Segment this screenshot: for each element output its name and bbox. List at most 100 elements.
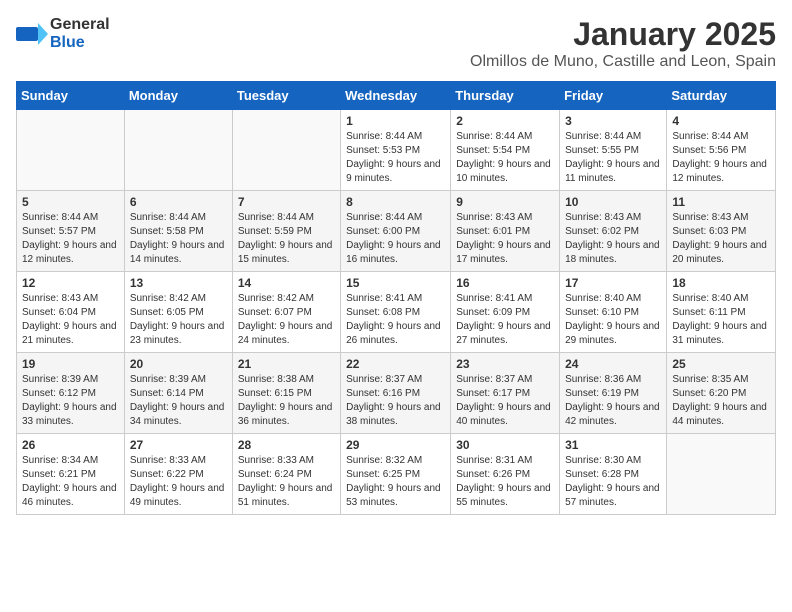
day-info-line: Sunrise: 8:35 AM bbox=[672, 373, 770, 387]
calendar-cell: 15Sunrise: 8:41 AMSunset: 6:08 PMDayligh… bbox=[341, 272, 451, 353]
calendar-week-row: 19Sunrise: 8:39 AMSunset: 6:12 PMDayligh… bbox=[17, 353, 776, 434]
day-info-line: Sunset: 6:17 PM bbox=[456, 387, 554, 401]
logo-general: General bbox=[50, 16, 110, 34]
day-info-line: Daylight: 9 hours and 33 minutes. bbox=[22, 401, 119, 429]
day-info-line: Daylight: 9 hours and 38 minutes. bbox=[346, 401, 445, 429]
day-number: 2 bbox=[456, 114, 554, 128]
day-number: 20 bbox=[130, 357, 227, 371]
day-number: 13 bbox=[130, 276, 227, 290]
calendar-cell: 4Sunrise: 8:44 AMSunset: 5:56 PMDaylight… bbox=[667, 110, 776, 191]
day-number: 31 bbox=[565, 438, 661, 452]
calendar-cell: 17Sunrise: 8:40 AMSunset: 6:10 PMDayligh… bbox=[560, 272, 667, 353]
day-info-line: Daylight: 9 hours and 10 minutes. bbox=[456, 158, 554, 186]
calendar-cell: 5Sunrise: 8:44 AMSunset: 5:57 PMDaylight… bbox=[17, 191, 125, 272]
calendar-cell: 30Sunrise: 8:31 AMSunset: 6:26 PMDayligh… bbox=[451, 434, 560, 515]
day-info-line: Sunset: 6:24 PM bbox=[238, 468, 335, 482]
day-info-line: Sunset: 5:54 PM bbox=[456, 144, 554, 158]
calendar-cell: 22 Sunrise: 8:37 AMSunset: 6:16 PMDayligh… bbox=[341, 353, 451, 434]
calendar-cell: 9Sunrise: 8:43 AMSunset: 6:01 PMDaylight… bbox=[451, 191, 560, 272]
calendar-cell: 11Sunrise: 8:43 AMSunset: 6:03 PMDayligh… bbox=[667, 191, 776, 272]
day-info-line: Daylight: 9 hours and 15 minutes. bbox=[238, 239, 335, 267]
calendar-cell: 8Sunrise: 8:44 AMSunset: 6:00 PMDaylight… bbox=[341, 191, 451, 272]
day-info-line: Sunrise: 8:44 AM bbox=[22, 211, 119, 225]
calendar-header-row: SundayMondayTuesdayWednesdayThursdayFrid… bbox=[17, 82, 776, 110]
calendar-cell: 2 Sunrise: 8:44 AMSunset: 5:54 PMDaylight… bbox=[451, 110, 560, 191]
calendar-week-row: 12Sunrise: 8:43 AMSunset: 6:04 PMDayligh… bbox=[17, 272, 776, 353]
day-number: 19 bbox=[22, 357, 119, 371]
day-info-line: Daylight: 9 hours and 24 minutes. bbox=[238, 320, 335, 348]
day-info-line: Sunrise: 8:37 AM bbox=[346, 373, 445, 387]
calendar-week-row: 26Sunrise: 8:34 AMSunset: 6:21 PMDayligh… bbox=[17, 434, 776, 515]
calendar-cell: 28 Sunrise: 8:33 AMSunset: 6:24 PMDayligh… bbox=[232, 434, 340, 515]
day-info-line: Sunrise: 8:42 AM bbox=[238, 292, 335, 306]
calendar-cell bbox=[17, 110, 125, 191]
day-number: 30 bbox=[456, 438, 554, 452]
calendar-cell: 6Sunrise: 8:44 AMSunset: 5:58 PMDaylight… bbox=[124, 191, 232, 272]
day-number: 28 bbox=[238, 438, 335, 452]
day-info-line: Sunset: 6:16 PM bbox=[346, 387, 445, 401]
calendar-cell: 10Sunrise: 8:43 AMSunset: 6:02 PMDayligh… bbox=[560, 191, 667, 272]
day-info-line: Sunset: 6:10 PM bbox=[565, 306, 661, 320]
logo-icon bbox=[16, 23, 48, 45]
day-number: 8 bbox=[346, 195, 445, 209]
day-info-line: Sunrise: 8:32 AM bbox=[346, 454, 445, 468]
day-info-line: Sunrise: 8:36 AM bbox=[565, 373, 661, 387]
day-info-line: Sunset: 5:55 PM bbox=[565, 144, 661, 158]
weekday-header: Saturday bbox=[667, 82, 776, 110]
day-info-line: Daylight: 9 hours and 44 minutes. bbox=[672, 401, 770, 429]
calendar-cell: 16Sunrise: 8:41 AMSunset: 6:09 PMDayligh… bbox=[451, 272, 560, 353]
day-info-line: Sunset: 6:28 PM bbox=[565, 468, 661, 482]
calendar-cell: 29Sunrise: 8:32 AMSunset: 6:25 PMDayligh… bbox=[341, 434, 451, 515]
day-number: 11 bbox=[672, 195, 770, 209]
day-number: 22 bbox=[346, 357, 445, 371]
day-info-line: Sunrise: 8:44 AM bbox=[456, 130, 554, 144]
weekday-header: Monday bbox=[124, 82, 232, 110]
weekday-header: Thursday bbox=[451, 82, 560, 110]
day-info-line: Sunset: 6:08 PM bbox=[346, 306, 445, 320]
location-title: Olmillos de Muno, Castille and Leon, Spa… bbox=[470, 53, 776, 71]
day-info-line: Sunrise: 8:42 AM bbox=[130, 292, 227, 306]
day-info-line: Sunset: 5:59 PM bbox=[238, 225, 335, 239]
day-info-line: Sunset: 6:11 PM bbox=[672, 306, 770, 320]
day-info-line: Daylight: 9 hours and 29 minutes. bbox=[565, 320, 661, 348]
day-number: 4 bbox=[672, 114, 770, 128]
calendar-cell: 12Sunrise: 8:43 AMSunset: 6:04 PMDayligh… bbox=[17, 272, 125, 353]
day-info-line: Sunrise: 8:43 AM bbox=[565, 211, 661, 225]
title-block: January 2025 Olmillos de Muno, Castille … bbox=[470, 16, 776, 71]
calendar-cell bbox=[124, 110, 232, 191]
day-info-line: Daylight: 9 hours and 36 minutes. bbox=[238, 401, 335, 429]
day-info-line: Daylight: 9 hours and 42 minutes. bbox=[565, 401, 661, 429]
day-info-line: Sunset: 6:14 PM bbox=[130, 387, 227, 401]
day-number: 5 bbox=[22, 195, 119, 209]
logo-blue: Blue bbox=[50, 34, 110, 52]
day-info-line: Sunset: 6:22 PM bbox=[130, 468, 227, 482]
day-info-line: Sunset: 6:05 PM bbox=[130, 306, 227, 320]
calendar-cell: 21Sunrise: 8:38 AMSunset: 6:15 PMDayligh… bbox=[232, 353, 340, 434]
day-number: 21 bbox=[238, 357, 335, 371]
day-number: 3 bbox=[565, 114, 661, 128]
calendar-cell: 20Sunrise: 8:39 AMSunset: 6:14 PMDayligh… bbox=[124, 353, 232, 434]
day-info-line: Daylight: 9 hours and 51 minutes. bbox=[238, 482, 335, 510]
calendar-cell: 7Sunrise: 8:44 AMSunset: 5:59 PMDaylight… bbox=[232, 191, 340, 272]
day-info-line: Sunset: 6:25 PM bbox=[346, 468, 445, 482]
day-info-line: Daylight: 9 hours and 46 minutes. bbox=[22, 482, 119, 510]
day-info-line: Daylight: 9 hours and 12 minutes. bbox=[22, 239, 119, 267]
day-info-line: Sunrise: 8:44 AM bbox=[130, 211, 227, 225]
page-header: General Blue January 2025 Olmillos de Mu… bbox=[16, 16, 776, 71]
day-info-line: Daylight: 9 hours and 9 minutes. bbox=[346, 158, 445, 186]
day-number: 14 bbox=[238, 276, 335, 290]
day-info-line: Sunrise: 8:31 AM bbox=[456, 454, 554, 468]
day-info-line: Sunset: 5:53 PM bbox=[346, 144, 445, 158]
day-number: 16 bbox=[456, 276, 554, 290]
day-info-line: Daylight: 9 hours and 16 minutes. bbox=[346, 239, 445, 267]
day-info-line: Daylight: 9 hours and 49 minutes. bbox=[130, 482, 227, 510]
day-info-line: Sunset: 6:21 PM bbox=[22, 468, 119, 482]
day-number: 7 bbox=[238, 195, 335, 209]
day-info-line: Sunrise: 8:33 AM bbox=[238, 454, 335, 468]
day-info-line: Daylight: 9 hours and 53 minutes. bbox=[346, 482, 445, 510]
day-number: 6 bbox=[130, 195, 227, 209]
day-info-line: Daylight: 9 hours and 12 minutes. bbox=[672, 158, 770, 186]
day-info-line: Sunset: 6:04 PM bbox=[22, 306, 119, 320]
day-info-line: Daylight: 9 hours and 40 minutes. bbox=[456, 401, 554, 429]
day-info-line: Daylight: 9 hours and 20 minutes. bbox=[672, 239, 770, 267]
